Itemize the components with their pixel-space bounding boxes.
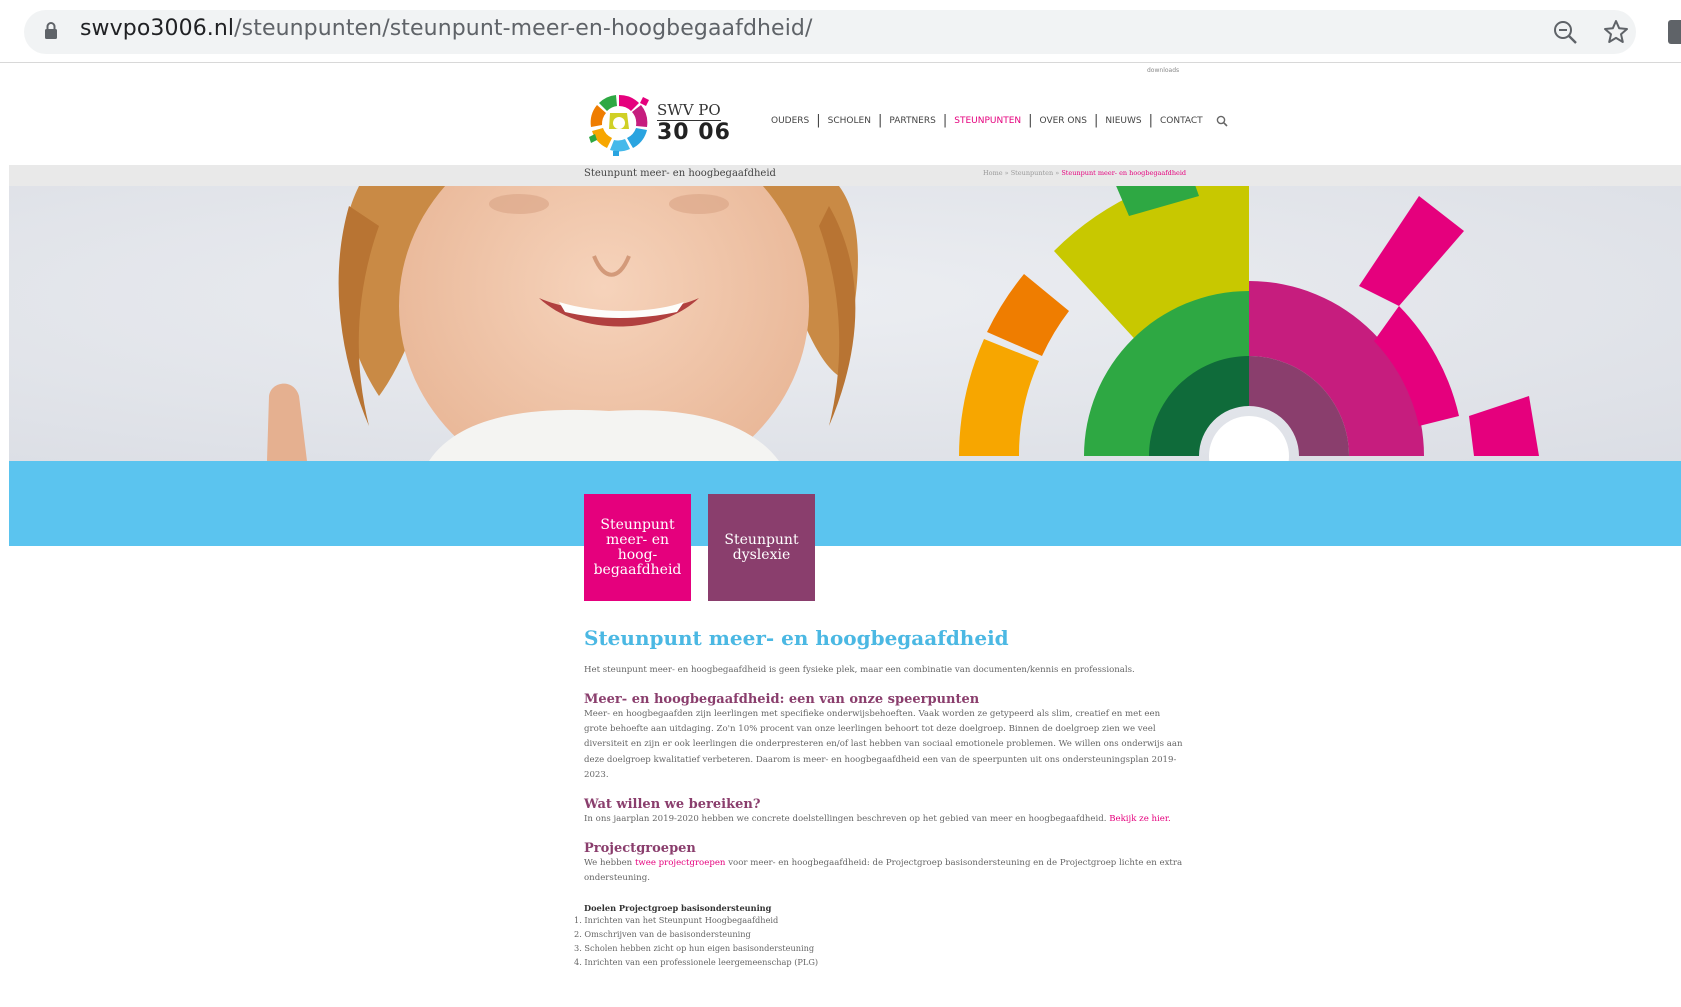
- bookmark-star-icon[interactable]: [1602, 18, 1630, 46]
- tile-hoogbegaafdheid[interactable]: Steunpunt meer- en hoog- begaafdheid: [584, 494, 691, 601]
- logo-text-top: SWV PO: [657, 101, 721, 121]
- nav-over-ons[interactable]: OVER ONS: [1033, 116, 1094, 126]
- section-text-speerpunten: Meer- en hoogbegaafden zijn leerlingen m…: [584, 709, 1183, 780]
- url-path: /steunpunten/steunpunt-meer-en-hoogbegaa…: [234, 16, 813, 41]
- goals-list: 1. Inrichten van het Steunpunt Hoogbegaa…: [574, 913, 1184, 969]
- main-nav: OUDERS | SCHOLEN | PARTNERS | STEUNPUNTE…: [764, 114, 1228, 127]
- color-band: [9, 461, 1681, 546]
- swv-logo-icon[interactable]: [584, 90, 654, 156]
- breadcrumb-separator: »: [1055, 169, 1060, 177]
- section-heading-bereiken: Wat willen we bereiken?: [584, 797, 761, 813]
- breadcrumb-home[interactable]: Home: [983, 169, 1003, 177]
- list-item: 1. Inrichten van het Steunpunt Hoogbegaa…: [574, 914, 779, 925]
- page-title: Steunpunt meer- en hoogbegaafdheid: [584, 626, 1009, 650]
- breadcrumb: Home » Steunpunten » Steunpunt meer- en …: [983, 169, 1186, 177]
- projectgroepen-link[interactable]: twee projectgroepen: [635, 858, 726, 868]
- list-item: 4. Inrichten van een professionele leerg…: [574, 956, 819, 967]
- hero-illustration: [9, 186, 1681, 461]
- nav-partners[interactable]: PARTNERS: [882, 116, 943, 126]
- section-text-bereiken: In ons jaarplan 2019-2020 hebben we conc…: [584, 812, 1184, 827]
- nav-scholen[interactable]: SCHOLEN: [821, 116, 878, 126]
- bekijk-link[interactable]: Bekijk ze hier.: [1109, 814, 1171, 824]
- nav-steunpunten[interactable]: STEUNPUNTEN: [947, 116, 1028, 126]
- tile-label: Steunpunt meer- en hoog- begaafdheid: [593, 516, 682, 578]
- main-content: Steunpunt meer- en hoogbegaafdheid Het s…: [574, 626, 1184, 969]
- logo-text-number: 30 06: [657, 120, 731, 145]
- url-domain: swvpo3006.nl: [80, 16, 235, 41]
- breadcrumb-bar: [9, 165, 1681, 186]
- goals-heading: Doelen Projectgroep basisondersteuning: [584, 902, 772, 913]
- list-item: 2. Omschrijven van de basisondersteuning: [574, 928, 751, 939]
- lock-icon: [45, 22, 57, 39]
- tile-label: Steunpunt dyslexie: [724, 531, 799, 563]
- tile-dyslexie[interactable]: Steunpunt dyslexie: [708, 494, 815, 601]
- section-heading-projectgroepen: Projectgroepen: [584, 841, 696, 857]
- list-item: 3. Scholen hebben zicht op hun eigen bas…: [574, 942, 815, 953]
- section-text-projectgroepen: We hebben twee projectgroepen voor meer-…: [584, 856, 1184, 886]
- breadcrumb-page-title: Steunpunt meer- en hoogbegaafdheid: [584, 168, 776, 179]
- breadcrumb-steunpunten[interactable]: Steunpunten: [1011, 169, 1053, 177]
- hero-banner: [9, 186, 1681, 461]
- nav-contact[interactable]: CONTACT: [1153, 116, 1210, 126]
- breadcrumb-separator: »: [1004, 169, 1009, 177]
- browser-toolbar: swvpo3006.nl/steunpunten/steunpunt-meer-…: [0, 0, 1681, 63]
- zoom-out-icon[interactable]: [1552, 19, 1578, 45]
- downloads-link[interactable]: downloads: [1147, 67, 1179, 74]
- search-icon[interactable]: [1216, 115, 1228, 127]
- address-url[interactable]: swvpo3006.nl/steunpunten/steunpunt-meer-…: [80, 16, 812, 41]
- bereiken-text: In ons jaarplan 2019-2020 hebben we conc…: [584, 814, 1107, 825]
- breadcrumb-current: Steunpunt meer- en hoogbegaafdheid: [1061, 169, 1187, 177]
- projectgroepen-text-before: We hebben: [584, 858, 633, 869]
- intro-text: Het steunpunt meer- en hoogbegaafdheid i…: [584, 665, 1135, 675]
- nav-nieuws[interactable]: NIEUWS: [1098, 116, 1148, 126]
- nav-ouders[interactable]: OUDERS: [764, 116, 816, 126]
- extension-icon[interactable]: [1668, 20, 1681, 44]
- section-heading-speerpunten: Meer- en hoogbegaafdheid: een van onze s…: [584, 692, 980, 707]
